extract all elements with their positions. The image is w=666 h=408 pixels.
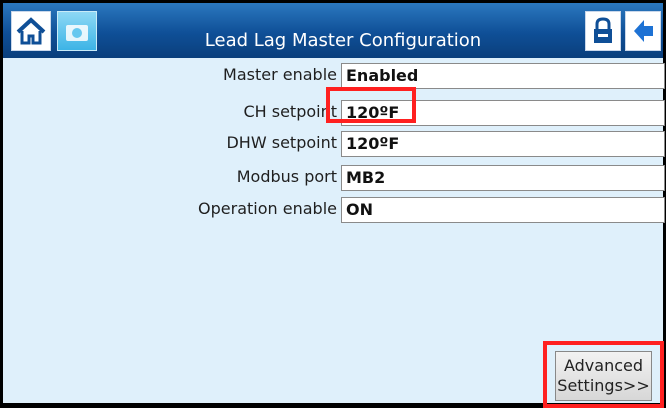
setting-label: CH setpoint bbox=[243, 102, 337, 121]
settings-row: CH setpoint 120ºF bbox=[3, 99, 665, 127]
setting-label: Master enable bbox=[223, 65, 337, 84]
home-button[interactable] bbox=[11, 11, 51, 51]
title-bar: Lead Lag Master Configuration bbox=[3, 3, 663, 58]
settings-row: DHW setpoint 120ºF bbox=[3, 130, 665, 158]
advanced-label-line1: Advanced bbox=[563, 356, 644, 375]
setting-label: DHW setpoint bbox=[226, 133, 337, 152]
settings-row: Modbus port MB2 bbox=[3, 164, 665, 192]
ch-setpoint-field[interactable]: 120ºF bbox=[341, 100, 665, 126]
advanced-settings-highlight: Advanced Settings>> bbox=[543, 341, 664, 408]
settings-row: Operation enable ON bbox=[3, 196, 665, 224]
back-arrow-icon bbox=[634, 20, 653, 42]
setting-label: Operation enable bbox=[198, 199, 337, 218]
camera-icon bbox=[66, 25, 88, 41]
device-screen: Lead Lag Master Configuration Master ena… bbox=[0, 0, 666, 408]
settings-row: Master enable Enabled bbox=[3, 62, 665, 90]
advanced-settings-button[interactable]: Advanced Settings>> bbox=[555, 351, 652, 401]
lock-icon bbox=[594, 17, 612, 43]
modbus-port-field[interactable]: MB2 bbox=[341, 165, 665, 191]
camera-button[interactable] bbox=[57, 11, 97, 51]
back-button[interactable] bbox=[625, 11, 661, 51]
operation-enable-field[interactable]: ON bbox=[341, 197, 665, 223]
page-title: Lead Lag Master Configuration bbox=[204, 30, 482, 51]
advanced-label-line2: Settings>> bbox=[557, 376, 650, 395]
home-icon bbox=[16, 17, 46, 45]
dhw-setpoint-field[interactable]: 120ºF bbox=[341, 131, 665, 157]
lock-button[interactable] bbox=[585, 11, 621, 51]
setting-label: Modbus port bbox=[236, 167, 337, 186]
master-enable-field[interactable]: Enabled bbox=[341, 63, 665, 89]
